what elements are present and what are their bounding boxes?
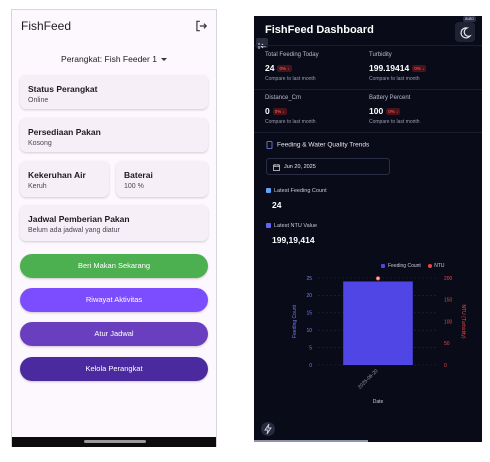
chevron-down-icon — [160, 58, 167, 62]
stat-value: 199.19414 0% ↓ — [369, 63, 427, 73]
y2-tick-label: 0 — [444, 363, 447, 369]
y2-tick-label: 150 — [444, 298, 453, 304]
dashboard-title: FishFeed Dashboard — [265, 24, 374, 36]
change-badge: 0% ↓ — [277, 65, 292, 73]
stat-value: 100 0% ↓ — [369, 106, 401, 116]
trends-section-title: Feeding & Water Quality Trends — [266, 141, 369, 149]
y2-axis-label: NTU (Turbidity) — [460, 305, 466, 339]
section-divider — [254, 132, 482, 133]
y2-tick-label: 50 — [444, 341, 450, 347]
header-divider — [254, 45, 482, 46]
sidebar-collapse-icon — [258, 43, 266, 49]
document-icon — [266, 141, 273, 149]
stat-turbidity: Turbidity 199.19414 0% ↓ Compare to last … — [369, 52, 427, 82]
y-tick-label: 5 — [309, 345, 312, 351]
stat-total-feeding: Total Feeding Today 24 0% ↓ Compare to la… — [265, 52, 319, 82]
change-badge: 0% ↓ — [412, 65, 427, 73]
latest-feeding-value: 24 — [272, 200, 282, 210]
x-tick-label: 2025-06-20 — [357, 368, 379, 390]
home-indicator[interactable] — [84, 440, 146, 443]
stat-compare: Compare to last month — [265, 76, 316, 82]
y-tick-label: 15 — [306, 311, 312, 317]
y-tick-label: 20 — [306, 293, 312, 299]
feeding-schedule-card: Jadwal Pemberian Pakan Belum ada jadwal … — [20, 205, 208, 241]
legend-feeding-label: Feeding Count — [388, 263, 421, 269]
theme-toggle-button[interactable] — [455, 22, 475, 42]
turbidity-card: Kekeruhan Air Keruh — [20, 161, 109, 197]
stat-compare: Compare to last month — [265, 119, 316, 125]
latest-ntu-stat: Latest NTU Value 199,19,414 — [266, 223, 317, 245]
latest-feeding-label: Latest Feeding Count — [266, 188, 327, 194]
card-value: Belum ada jadwal yang diatur — [28, 227, 120, 234]
quick-action-button[interactable] — [261, 422, 275, 436]
feed-now-button[interactable]: Beri Makan Sekarang — [20, 254, 208, 278]
ntu-swatch — [266, 223, 271, 229]
change-badge: 0% ↓ — [386, 108, 401, 116]
lightning-icon — [264, 423, 272, 435]
screenshot-canvas: FishFeed Perangkat: Fish Feeder 1 Status… — [0, 0, 490, 462]
card-title: Status Perangkat — [28, 84, 98, 94]
card-title: Baterai — [124, 170, 153, 180]
y2-tick-label: 100 — [444, 319, 453, 325]
device-selector-label: Perangkat: Fish Feeder 1 — [61, 54, 157, 64]
battery-card: Baterai 100 % — [116, 161, 208, 197]
stat-label: Total Feeding Today — [265, 52, 319, 58]
sidebar-toggle-button[interactable] — [256, 38, 268, 49]
mobile-app-screen: FishFeed Perangkat: Fish Feeder 1 Status… — [11, 9, 217, 447]
card-value: Online — [28, 97, 49, 104]
activity-history-button[interactable]: Riwayat Aktivitas — [20, 288, 208, 312]
y-axis-label: Feeding Count — [292, 304, 298, 337]
card-value: 100 % — [124, 183, 144, 190]
set-schedule-button[interactable]: Atur Jadwal — [20, 322, 208, 346]
stats-divider — [254, 89, 482, 90]
app-header: FishFeed — [12, 10, 216, 44]
feeding-swatch — [266, 188, 271, 194]
navigation-bar — [12, 437, 216, 447]
stat-label: Battery Percent — [369, 95, 411, 101]
x-axis-label: Date — [373, 399, 384, 405]
dashboard-screen: FishFeed Dashboard auto Total Feeding To… — [254, 16, 482, 442]
card-title: Jadwal Pemberian Pakan — [28, 214, 130, 224]
card-value: Kosong — [28, 140, 52, 147]
feed-stock-card: Persediaan Pakan Kosong — [20, 118, 208, 152]
y-tick-label: 0 — [309, 363, 312, 369]
date-value: Jun 20, 2025 — [284, 164, 316, 170]
stat-label: Turbidity — [369, 52, 392, 58]
legend-ntu-swatch — [428, 263, 433, 268]
stat-compare: Compare to last month — [369, 119, 420, 125]
device-status-card: Status Perangkat Online — [20, 75, 208, 109]
legend-feeding-swatch — [381, 263, 385, 268]
change-badge: 0% ↓ — [272, 108, 287, 116]
stat-label: Distance_Cm — [265, 95, 302, 101]
chart-legend: Feeding Count NTU — [381, 263, 444, 269]
stat-battery: Battery Percent 100 0% ↓ Compare to last … — [369, 95, 420, 125]
latest-ntu-label: Latest NTU Value — [266, 223, 317, 229]
logout-icon[interactable] — [194, 19, 208, 33]
home-indicator[interactable] — [254, 440, 368, 442]
card-title: Persediaan Pakan — [28, 127, 101, 137]
legend-ntu-label: NTU — [434, 263, 445, 269]
card-title: Kekeruhan Air — [28, 170, 86, 180]
device-selector[interactable]: Perangkat: Fish Feeder 1 — [12, 54, 216, 64]
y-tick-label: 10 — [306, 328, 312, 334]
manage-device-button[interactable]: Kelola Perangkat — [20, 357, 208, 381]
latest-ntu-value: 199,19,414 — [272, 235, 315, 245]
app-title: FishFeed — [21, 19, 72, 33]
bar-feeding-count — [343, 281, 413, 365]
point-ntu — [375, 276, 381, 281]
stat-compare: Compare to last month — [369, 76, 420, 82]
stat-value: 24 0% ↓ — [265, 63, 292, 73]
y-tick-label: 25 — [306, 276, 312, 282]
calendar-icon — [273, 164, 280, 171]
date-picker[interactable]: Jun 20, 2025 — [266, 158, 390, 175]
latest-feeding-stat: Latest Feeding Count 24 — [266, 188, 327, 210]
feeding-ntu-chart: 0 5 10 15 20 25 0 50 100 150 200 2025-06-20 Date Feed… — [292, 276, 466, 405]
card-value: Keruh — [28, 183, 47, 190]
y2-tick-label: 200 — [444, 276, 453, 282]
stat-value: 0 0% ↓ — [265, 106, 287, 116]
moon-icon — [460, 27, 472, 39]
theme-mode-badge: auto — [463, 16, 476, 22]
stat-distance: Distance_Cm 0 0% ↓ Compare to last month — [265, 95, 316, 125]
